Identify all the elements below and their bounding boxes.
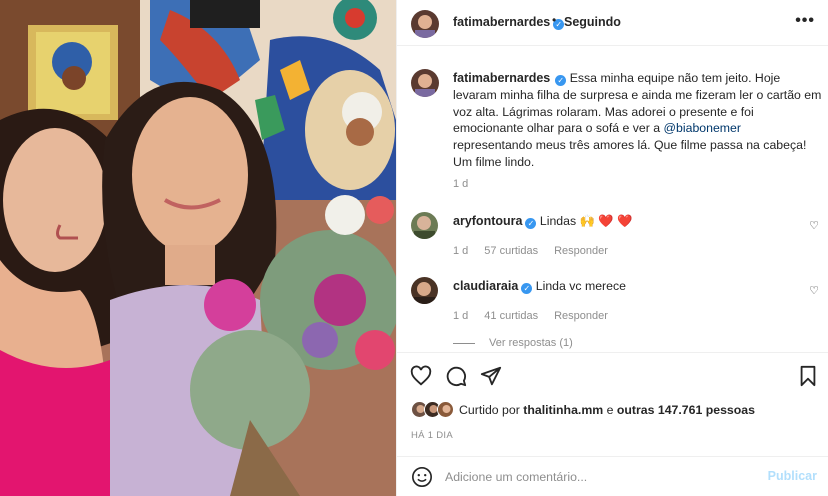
commenter-username[interactable]: claudiaraia — [453, 279, 518, 293]
view-replies-button[interactable]: Ver respostas (1) — [453, 337, 573, 349]
share-paper-plane-icon[interactable] — [480, 365, 502, 387]
caption-mention-link[interactable]: @biabonemer — [664, 121, 741, 135]
liker-username[interactable]: thalitinha.mm — [523, 403, 603, 417]
comment-time[interactable]: 1 d — [453, 310, 468, 322]
reply-button[interactable]: Responder — [554, 245, 608, 257]
author-avatar[interactable] — [411, 10, 439, 38]
likes-summary: Curtido por thalitinha.mm e outras 147.7… — [411, 401, 828, 421]
commenter-username[interactable]: aryfontoura — [453, 214, 522, 228]
caption-text-part-2: representando meus três amores lá. Que f… — [453, 138, 807, 169]
comment-item: claudiaraia ✓ Linda vc merece 1 d 41 curti… — [397, 277, 828, 333]
liker-avatar[interactable] — [437, 401, 454, 418]
likes-text: Curtido por thalitinha.mm e outras 147.7… — [459, 403, 755, 417]
replies-line — [453, 342, 475, 344]
comment-bubble-icon[interactable] — [445, 365, 467, 387]
caption-username[interactable]: fatimabernardes — [453, 71, 550, 85]
comment-text: Linda vc merece — [535, 279, 626, 293]
comment-input[interactable] — [445, 467, 745, 487]
post-caption: fatimabernardes ✓ Essa minha equipe não t… — [453, 70, 823, 171]
like-comment-heart-icon[interactable]: ♡ — [809, 284, 819, 297]
likes-others-count[interactable]: outras 147.761 pessoas — [617, 403, 755, 417]
verified-badge-icon: ✓ — [525, 218, 537, 229]
commenter-avatar[interactable] — [411, 212, 438, 239]
commenter-avatar[interactable] — [411, 277, 438, 304]
emoji-icon[interactable] — [411, 466, 433, 488]
reply-button[interactable]: Responder — [554, 310, 608, 322]
comment-likes[interactable]: 41 curtidas — [484, 310, 538, 322]
verified-badge-icon: ✓ — [555, 75, 567, 86]
post-photo-illustration — [0, 0, 396, 496]
like-comment-heart-icon[interactable]: ♡ — [809, 219, 819, 232]
caption-timestamp[interactable]: 1 d — [453, 178, 468, 190]
comment-time[interactable]: 1 d — [453, 245, 468, 257]
likes-middle: e — [603, 403, 617, 417]
like-heart-icon[interactable] — [410, 365, 432, 387]
view-replies-label[interactable]: Ver respostas (1) — [489, 337, 573, 349]
caption-author-avatar[interactable] — [411, 69, 439, 97]
author-username[interactable]: fatimabernardes ✓ — [453, 15, 565, 30]
following-button[interactable]: Seguindo — [564, 15, 621, 29]
save-bookmark-icon[interactable] — [798, 365, 818, 387]
post-image[interactable] — [0, 0, 396, 496]
post-details-panel: fatimabernardes ✓ • Seguindo ••• fatimabe… — [396, 0, 828, 496]
separator-dot: • — [552, 13, 557, 27]
verified-badge-icon: ✓ — [521, 283, 533, 294]
likes-prefix: Curtido por — [459, 403, 524, 417]
comment-meta: 1 d 57 curtidas Responder — [453, 245, 624, 257]
more-options-icon[interactable]: ••• — [795, 12, 815, 30]
post-timestamp[interactable]: HÁ 1 DIA — [411, 430, 453, 441]
add-comment-bar: Publicar — [397, 456, 828, 496]
comment-content: claudiaraia ✓ Linda vc merece — [453, 279, 626, 294]
post-header: fatimabernardes ✓ • Seguindo ••• — [397, 0, 828, 46]
comment-content: aryfontoura ✓ Lindas 🙌 ❤️ ❤️ — [453, 214, 632, 229]
comment-text: Lindas 🙌 ❤️ ❤️ — [539, 214, 633, 228]
author-username-text[interactable]: fatimabernardes — [453, 15, 550, 29]
comment-meta: 1 d 41 curtidas Responder — [453, 310, 624, 322]
comment-likes[interactable]: 57 curtidas — [484, 245, 538, 257]
publish-button[interactable]: Publicar — [768, 469, 817, 483]
comment-item: aryfontoura ✓ Lindas 🙌 ❤️ ❤️ 1 d 57 curtid… — [397, 212, 828, 268]
